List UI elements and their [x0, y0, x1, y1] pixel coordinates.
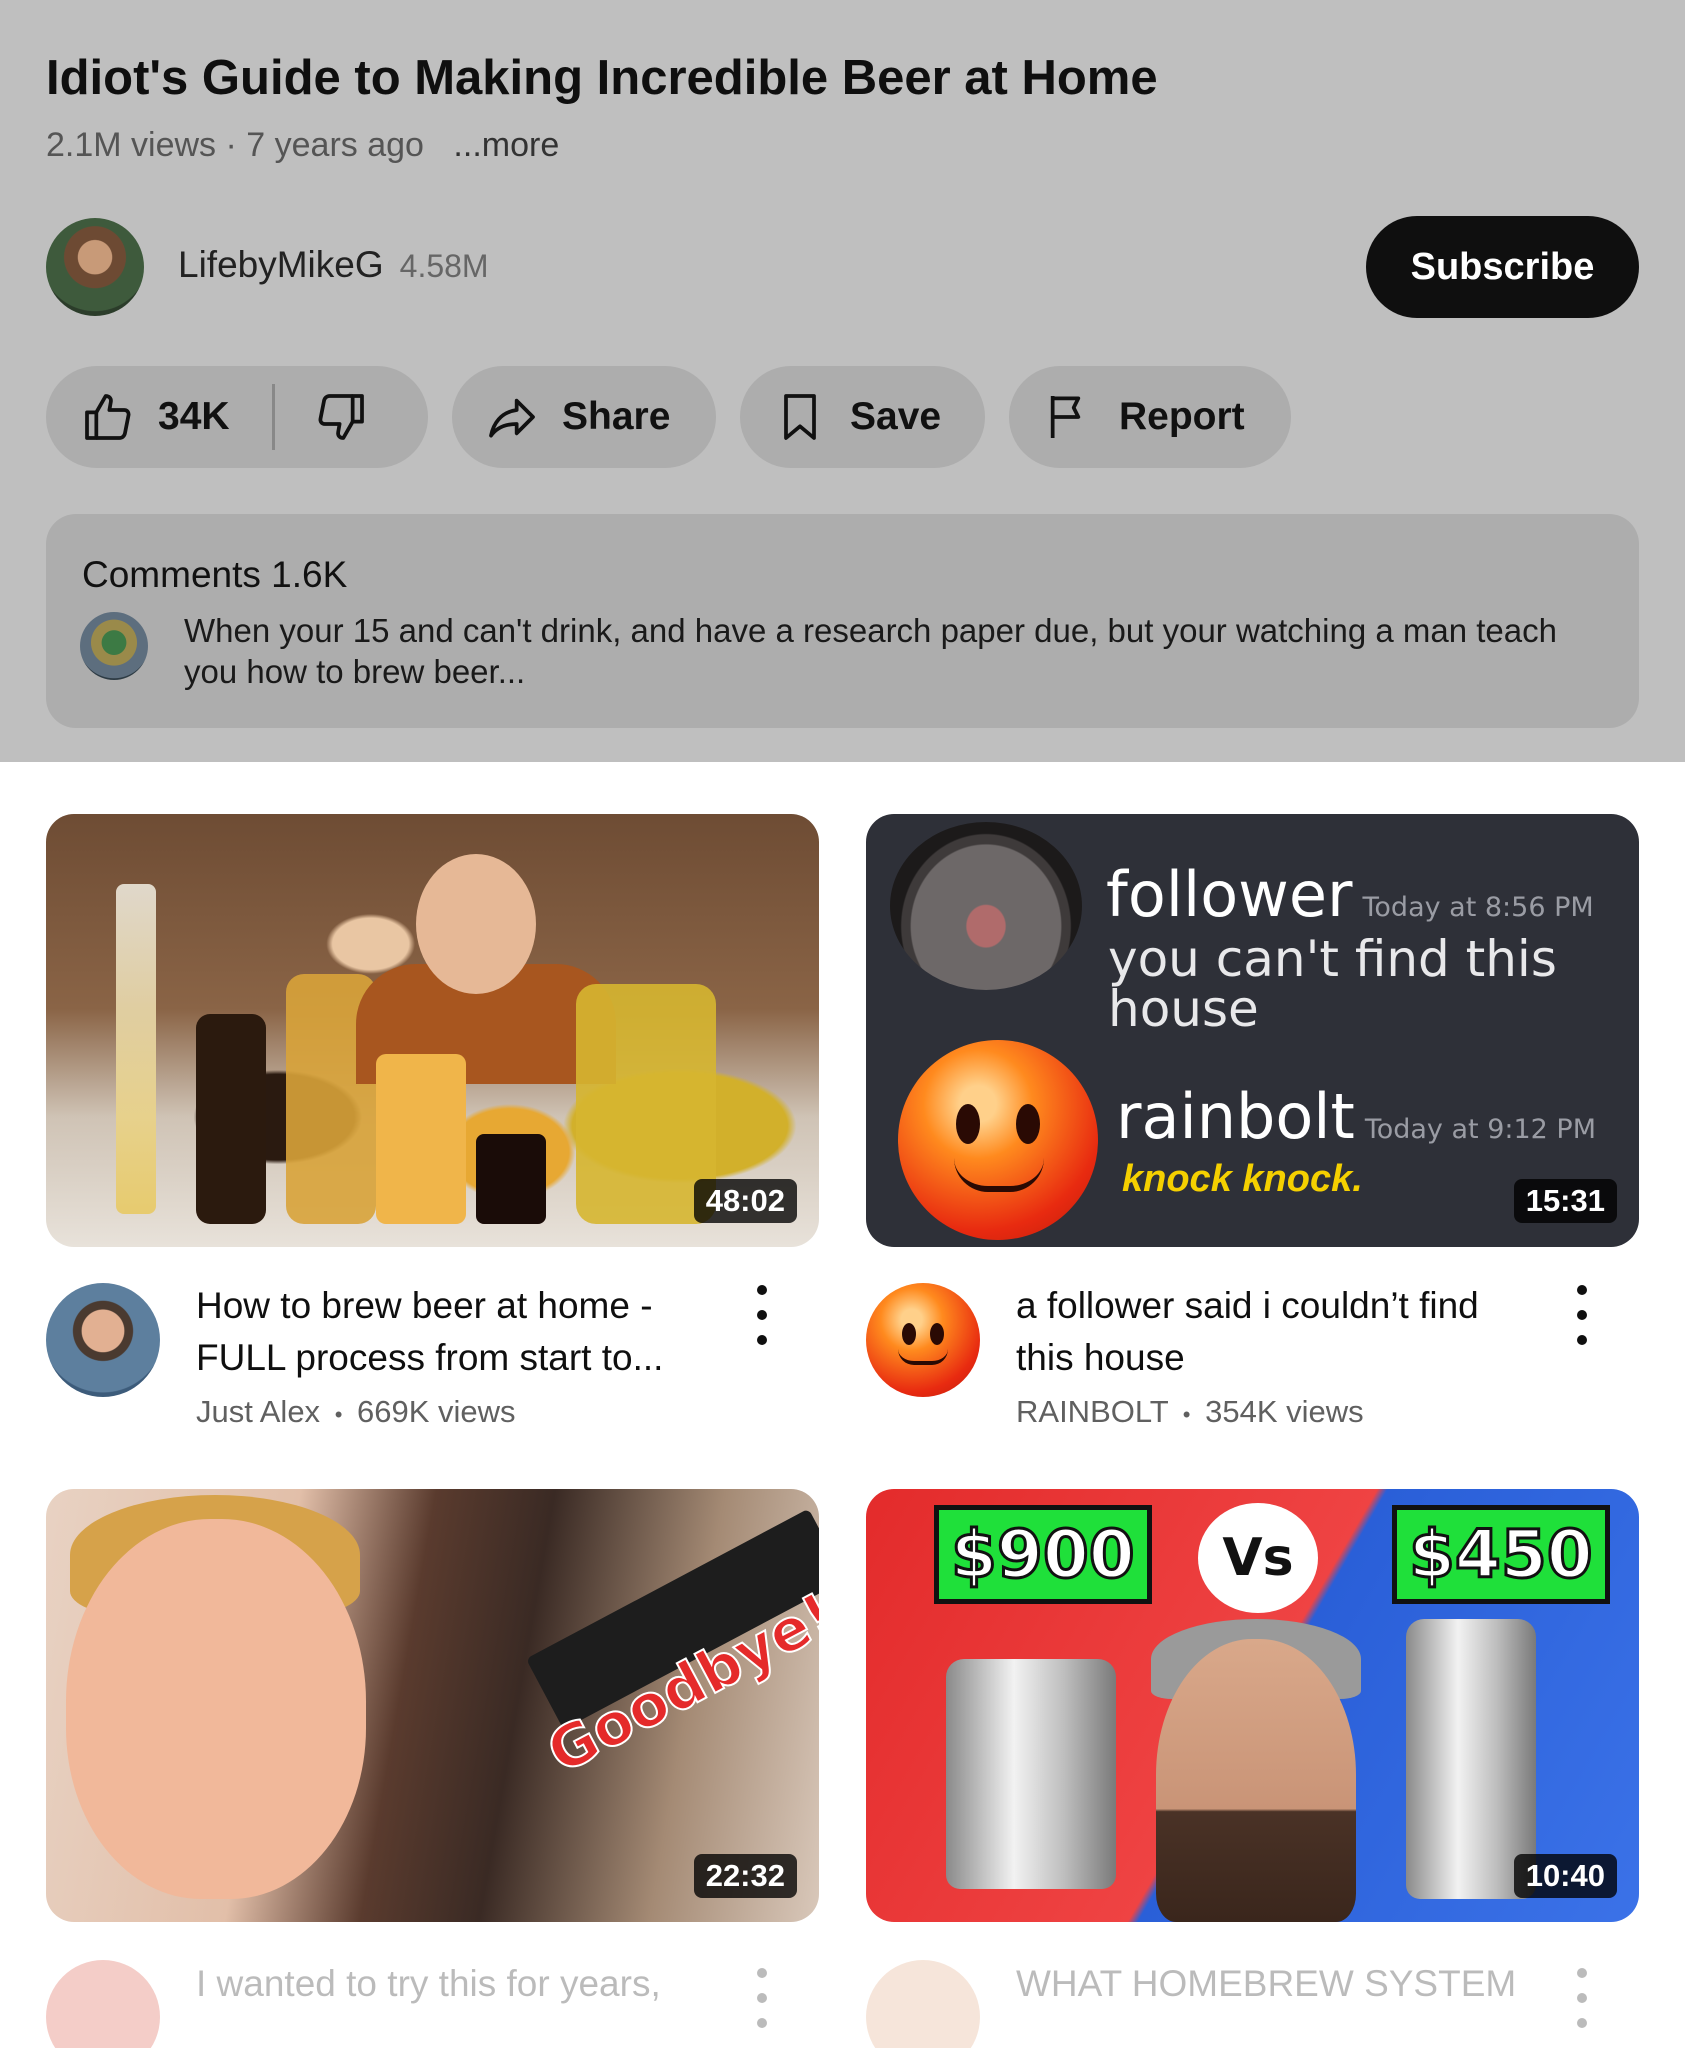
video-meta: RAINBOLT • 354K views	[1016, 1394, 1364, 1430]
video-title[interactable]: Idiot's Guide to Making Incredible Beer …	[46, 50, 1158, 106]
thumbnail-text: $900	[934, 1505, 1152, 1604]
thumbnail-art	[946, 1659, 1116, 1889]
video-thumbnail[interactable]: $900 Vs $450 10:40	[866, 1489, 1639, 1922]
like-count: 34K	[158, 395, 230, 438]
share-label: Share	[562, 395, 671, 438]
thumbnail-chat-line: follower Today at 8:56 PM	[1106, 858, 1594, 931]
video-title[interactable]: a follower said i couldn’t find this hou…	[1016, 1280, 1536, 1384]
meta-separator: •	[1182, 1402, 1191, 1427]
channel-avatar[interactable]	[46, 1283, 160, 1397]
video-title[interactable]: How to brew beer at home - FULL process …	[196, 1280, 716, 1384]
channel-avatar[interactable]	[46, 1960, 160, 2048]
more-vert-icon[interactable]	[1567, 1285, 1597, 1345]
video-meta: 2.1M views · 7 years ago ...more	[46, 126, 559, 165]
video-thumbnail[interactable]: Goodbye! 22:32	[46, 1489, 819, 1922]
thumbnail-art	[66, 1519, 366, 1899]
thumbnail-text: Vs	[1198, 1503, 1318, 1613]
thumbnail-art	[416, 854, 536, 994]
more-vert-icon[interactable]	[747, 1968, 777, 2028]
thumbs-up-icon	[85, 394, 131, 440]
view-count: 669K views	[357, 1394, 516, 1429]
duration-badge: 15:31	[1513, 1179, 1617, 1223]
subscribe-button[interactable]: Subscribe	[1366, 216, 1639, 318]
top-comment: When your 15 and can't drink, and have a…	[184, 612, 1557, 690]
report-button[interactable]: Report	[1009, 366, 1291, 468]
more-vert-icon[interactable]	[747, 1285, 777, 1345]
view-count: 2.1M views	[46, 126, 217, 164]
thumbnail-art	[196, 1014, 266, 1224]
channel-info[interactable]: LifebyMikeG 4.58M	[178, 244, 489, 286]
bookmark-icon	[784, 394, 816, 440]
duration-badge: 22:32	[693, 1854, 797, 1898]
subscriber-count: 4.58M	[399, 248, 489, 284]
video-thumbnail[interactable]: 48:02	[46, 814, 819, 1247]
commenter-avatar	[80, 612, 148, 680]
meta-separator: •	[334, 1402, 343, 1427]
dislike-button[interactable]	[275, 366, 369, 468]
channel-name: RAINBOLT	[1016, 1394, 1169, 1429]
thumbnail-text: rainbolt	[1116, 1080, 1355, 1153]
duration-badge: 10:40	[1513, 1854, 1617, 1898]
thumbnail-art	[116, 884, 156, 1214]
view-count: 354K views	[1205, 1394, 1364, 1429]
flag-icon	[1050, 396, 1081, 438]
share-icon	[489, 398, 535, 438]
meta-separator: ·	[225, 126, 237, 164]
report-label: Report	[1119, 395, 1245, 438]
thumbnail-text: follower	[1106, 858, 1353, 931]
thumbs-down-icon	[318, 394, 364, 440]
thumbnail-art	[376, 1054, 466, 1224]
thumbnail-art	[476, 1134, 546, 1224]
thumbnail-text: Today at 8:56 PM	[1362, 892, 1594, 923]
comments-preview[interactable]: Comments 1.6K When your 15 and can't dri…	[46, 514, 1639, 728]
thumbnail-chat-line: rainbolt Today at 9:12 PM	[1116, 1080, 1596, 1153]
thumbnail-text: you can't find this house	[1108, 930, 1557, 1038]
thumbnail-art	[1156, 1639, 1356, 1922]
comments-count: Comments 1.6K	[82, 554, 348, 595]
channel-avatar[interactable]	[46, 218, 144, 316]
video-meta: Just Alex • 669K views	[196, 1394, 516, 1430]
more-link[interactable]: ...more	[453, 126, 559, 164]
like-button[interactable]: 34K	[46, 366, 230, 468]
smiley-icon	[898, 1040, 1098, 1240]
upload-age: 7 years ago	[246, 126, 424, 164]
save-button[interactable]: Save	[740, 366, 985, 468]
thumbnail-text: Today at 9:12 PM	[1364, 1114, 1597, 1145]
video-info-panel: Idiot's Guide to Making Incredible Beer …	[0, 0, 1685, 762]
channel-name[interactable]: LifebyMikeG	[178, 244, 384, 285]
more-vert-icon[interactable]	[1567, 1968, 1597, 2028]
channel-name: Just Alex	[196, 1394, 321, 1429]
share-button[interactable]: Share	[452, 366, 716, 468]
thumbnail-text: knock knock.	[1122, 1158, 1363, 1200]
video-title[interactable]: I wanted to try this for years,	[196, 1958, 716, 2010]
thumbnail-art	[890, 822, 1082, 990]
like-dislike-pill: 34K	[46, 366, 428, 468]
thumbnail-text: $450	[1392, 1505, 1610, 1604]
save-label: Save	[850, 395, 942, 438]
channel-avatar[interactable]	[866, 1283, 980, 1397]
video-thumbnail[interactable]: follower Today at 8:56 PM you can't find …	[866, 814, 1639, 1247]
channel-avatar[interactable]	[866, 1960, 980, 2048]
video-title[interactable]: WHAT HOMEBREW SYSTEM	[1016, 1958, 1536, 2010]
duration-badge: 48:02	[693, 1179, 797, 1223]
